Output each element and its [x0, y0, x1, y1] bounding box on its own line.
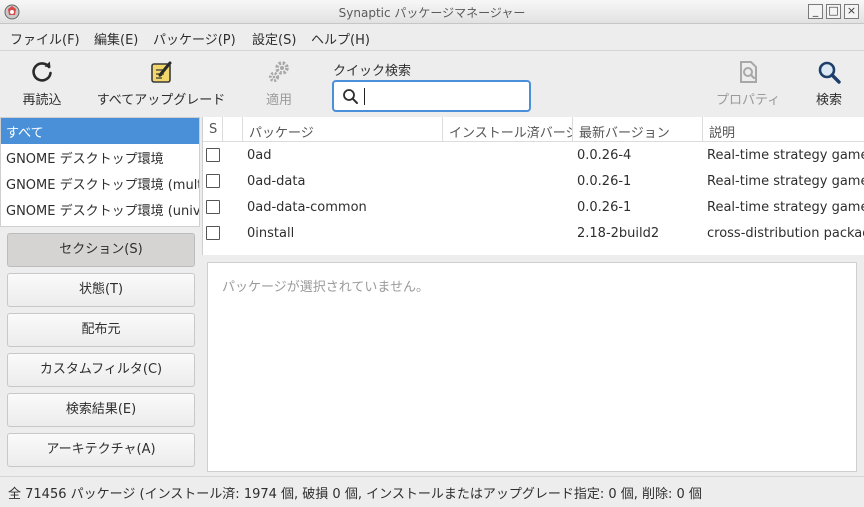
menubar: ファイル(F) 編集(E) パッケージ(P) 設定(S) ヘルプ(H): [0, 25, 864, 51]
close-button[interactable]: ×: [844, 4, 859, 19]
table-header: S パッケージ インストール済バージョン 最新バージョン 説明: [203, 117, 864, 142]
column-status[interactable]: S: [203, 117, 223, 142]
row-checkbox[interactable]: [206, 226, 220, 240]
sections-button[interactable]: セクション(S): [7, 233, 195, 267]
maximize-button[interactable]: □: [826, 4, 841, 19]
toolbar: 再読込 すべてアップグレード 適用 クイック検索 プロパティ 検索: [0, 52, 864, 116]
column-installed-version[interactable]: インストール済バージョン: [443, 117, 573, 142]
status-bar: 全 71456 パッケージ (インストール済: 1974 個, 破損 0 個, …: [0, 476, 864, 507]
menu-settings[interactable]: 設定(S): [252, 29, 296, 48]
filter-list: すべて GNOME デスクトップ環境 GNOME デスクトップ環境 (multi…: [0, 117, 200, 227]
table-row[interactable]: 0ad-data 0.0.26-1 Real-time strategy gam…: [203, 169, 864, 195]
architecture-button[interactable]: アーキテクチャ(A): [7, 433, 195, 467]
row-checkbox[interactable]: [206, 174, 220, 188]
origin-button[interactable]: 配布元: [7, 313, 195, 347]
column-package[interactable]: パッケージ: [243, 117, 443, 142]
reload-icon: [32, 61, 52, 82]
latest-version: 0.0.26-1: [577, 200, 632, 215]
package-description: Real-time strategy game of ancient warfa…: [707, 200, 864, 215]
magnifier-icon: [818, 61, 841, 84]
properties-icon: [740, 61, 757, 83]
gears-icon: [268, 61, 289, 83]
custom-filters-button[interactable]: カスタムフィルタ(C): [7, 353, 195, 387]
table-row[interactable]: 0ad 0.0.26-4 Real-time strategy game of …: [203, 143, 864, 169]
package-description: cross-distribution packaging system: [707, 226, 864, 241]
latest-version: 2.18-2build2: [577, 226, 660, 241]
minimize-button[interactable]: _: [808, 4, 823, 19]
package-description: Real-time strategy game of ancient warfa…: [707, 174, 864, 189]
package-description: Real-time strategy game of ancient warfa…: [707, 148, 864, 163]
upgrade-all-icon: [151, 61, 172, 83]
apply-button[interactable]: 適用: [262, 58, 296, 108]
menu-package[interactable]: パッケージ(P): [153, 29, 236, 48]
menu-help[interactable]: ヘルプ(H): [311, 29, 370, 48]
menu-edit[interactable]: 編集(E): [94, 29, 138, 48]
latest-version: 0.0.26-4: [577, 148, 632, 163]
menu-file[interactable]: ファイル(F): [10, 29, 80, 48]
apply-label: 適用: [265, 93, 292, 108]
reload-button[interactable]: 再読込: [20, 58, 64, 108]
latest-version: 0.0.26-1: [577, 174, 632, 189]
reload-label: 再読込: [22, 93, 62, 108]
row-checkbox[interactable]: [206, 200, 220, 214]
search-button[interactable]: 検索: [812, 58, 846, 108]
search-results-button[interactable]: 検索結果(E): [7, 393, 195, 427]
table-row[interactable]: 0ad-data-common 0.0.26-1 Real-time strat…: [203, 195, 864, 221]
window-title: Synaptic パッケージマネージャー: [338, 6, 526, 20]
column-support[interactable]: [223, 117, 243, 142]
row-checkbox[interactable]: [206, 148, 220, 162]
search-label: 検索: [815, 93, 842, 108]
text-caret: [364, 88, 365, 105]
properties-button[interactable]: プロパティ: [716, 58, 780, 108]
package-name: 0install: [247, 226, 295, 241]
package-table: S パッケージ インストール済バージョン 最新バージョン 説明 0ad 0.0.…: [202, 117, 864, 255]
status-text: 全 71456 パッケージ (インストール済: 1974 個, 破損 0 個, …: [8, 487, 702, 502]
no-package-selected-message: パッケージが選択されていません。: [222, 280, 429, 295]
filter-item-gnome-multiverse[interactable]: GNOME デスクトップ環境 (multiverse): [1, 170, 199, 196]
filter-item-gnome[interactable]: GNOME デスクトップ環境: [1, 144, 199, 170]
package-name: 0ad: [247, 148, 272, 163]
column-latest-version[interactable]: 最新バージョン: [573, 117, 703, 142]
package-name: 0ad-data-common: [247, 200, 367, 215]
quick-search-input[interactable]: [362, 86, 522, 106]
upgrade-all-label: すべてアップグレード: [96, 93, 226, 108]
filter-item-gnome-universe[interactable]: GNOME デスクトップ環境 (universe): [1, 196, 199, 222]
quick-search-field[interactable]: [332, 80, 531, 112]
package-details-pane: パッケージが選択されていません。: [207, 262, 857, 472]
status-button[interactable]: 状態(T): [7, 273, 195, 307]
title-bar: Synaptic パッケージマネージャー _ □ ×: [0, 0, 864, 24]
package-name: 0ad-data: [247, 174, 306, 189]
column-description[interactable]: 説明: [703, 117, 864, 142]
search-icon: [343, 89, 358, 104]
table-row[interactable]: 0install 2.18-2build2 cross-distribution…: [203, 221, 864, 247]
properties-label: プロパティ: [716, 93, 781, 108]
upgrade-all-button[interactable]: すべてアップグレード: [96, 58, 226, 108]
quick-search-label: クイック検索: [333, 64, 412, 79]
filter-item-all[interactable]: すべて: [1, 118, 199, 144]
